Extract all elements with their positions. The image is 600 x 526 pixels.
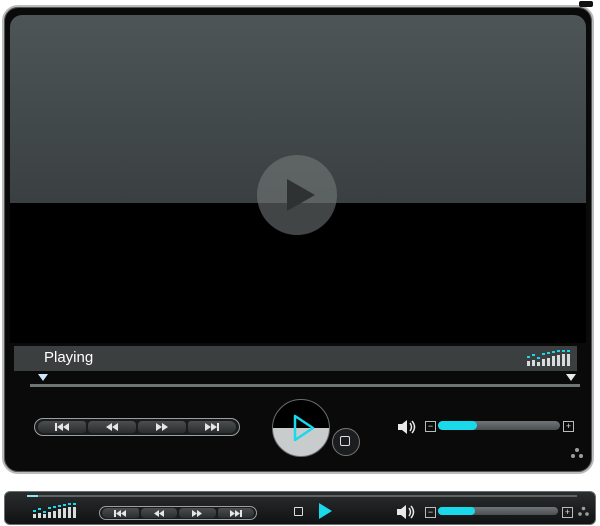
video-screen[interactable] (10, 15, 586, 343)
mini-skip-next-button[interactable] (217, 508, 254, 518)
seek-start-handle[interactable] (38, 374, 48, 381)
mini-volume-up-button[interactable]: + (562, 507, 573, 518)
fast-forward-button[interactable] (138, 421, 186, 433)
volume-up-button[interactable]: + (563, 421, 574, 432)
mini-rewind-button[interactable] (140, 508, 177, 518)
volume-down-button[interactable]: − (425, 421, 436, 432)
big-play-button[interactable] (257, 155, 337, 235)
speaker-icon[interactable] (397, 504, 417, 520)
skip-previous-icon (55, 423, 69, 431)
status-text: Playing (44, 349, 94, 366)
mini-seek-bar[interactable] (27, 495, 577, 497)
rewind-button[interactable] (88, 421, 136, 433)
rewind-icon (106, 423, 118, 431)
mini-transport-controls (99, 506, 257, 520)
skip-next-icon (229, 509, 242, 517)
fast-forward-icon (156, 423, 168, 431)
stop-icon (340, 436, 350, 446)
mini-volume-down-button[interactable]: − (425, 507, 436, 518)
mini-volume-level-fill (438, 507, 476, 515)
mini-player: − + (4, 491, 596, 525)
mini-skip-previous-button[interactable] (102, 508, 139, 518)
equalizer-icon (33, 503, 76, 518)
seek-bar[interactable] (30, 374, 580, 387)
skip-next-icon (205, 423, 219, 431)
equalizer-icon (527, 350, 570, 366)
mini-volume-slider[interactable] (438, 507, 558, 515)
stop-button[interactable] (332, 428, 360, 456)
skip-previous-button[interactable] (38, 421, 86, 433)
play-icon (287, 179, 315, 211)
skip-previous-icon (114, 509, 127, 517)
transport-controls (34, 418, 240, 436)
media-player: Playing − + (2, 1, 594, 474)
mini-stop-button[interactable] (294, 507, 303, 516)
status-bar: Playing (14, 346, 577, 371)
mini-fast-forward-button[interactable] (179, 508, 216, 518)
mini-seek-progress (27, 495, 38, 497)
speaker-icon[interactable] (398, 419, 418, 435)
play-button[interactable] (272, 399, 330, 457)
mini-play-button[interactable] (317, 502, 333, 520)
volume-level-fill (438, 421, 478, 430)
dots-icon (578, 506, 589, 516)
rewind-icon (153, 509, 164, 517)
seek-end-handle[interactable] (566, 374, 576, 381)
volume-slider[interactable] (438, 421, 560, 430)
fast-forward-icon (192, 509, 203, 517)
dots-icon (571, 448, 583, 458)
skip-next-button[interactable] (188, 421, 236, 433)
play-icon (293, 414, 315, 442)
